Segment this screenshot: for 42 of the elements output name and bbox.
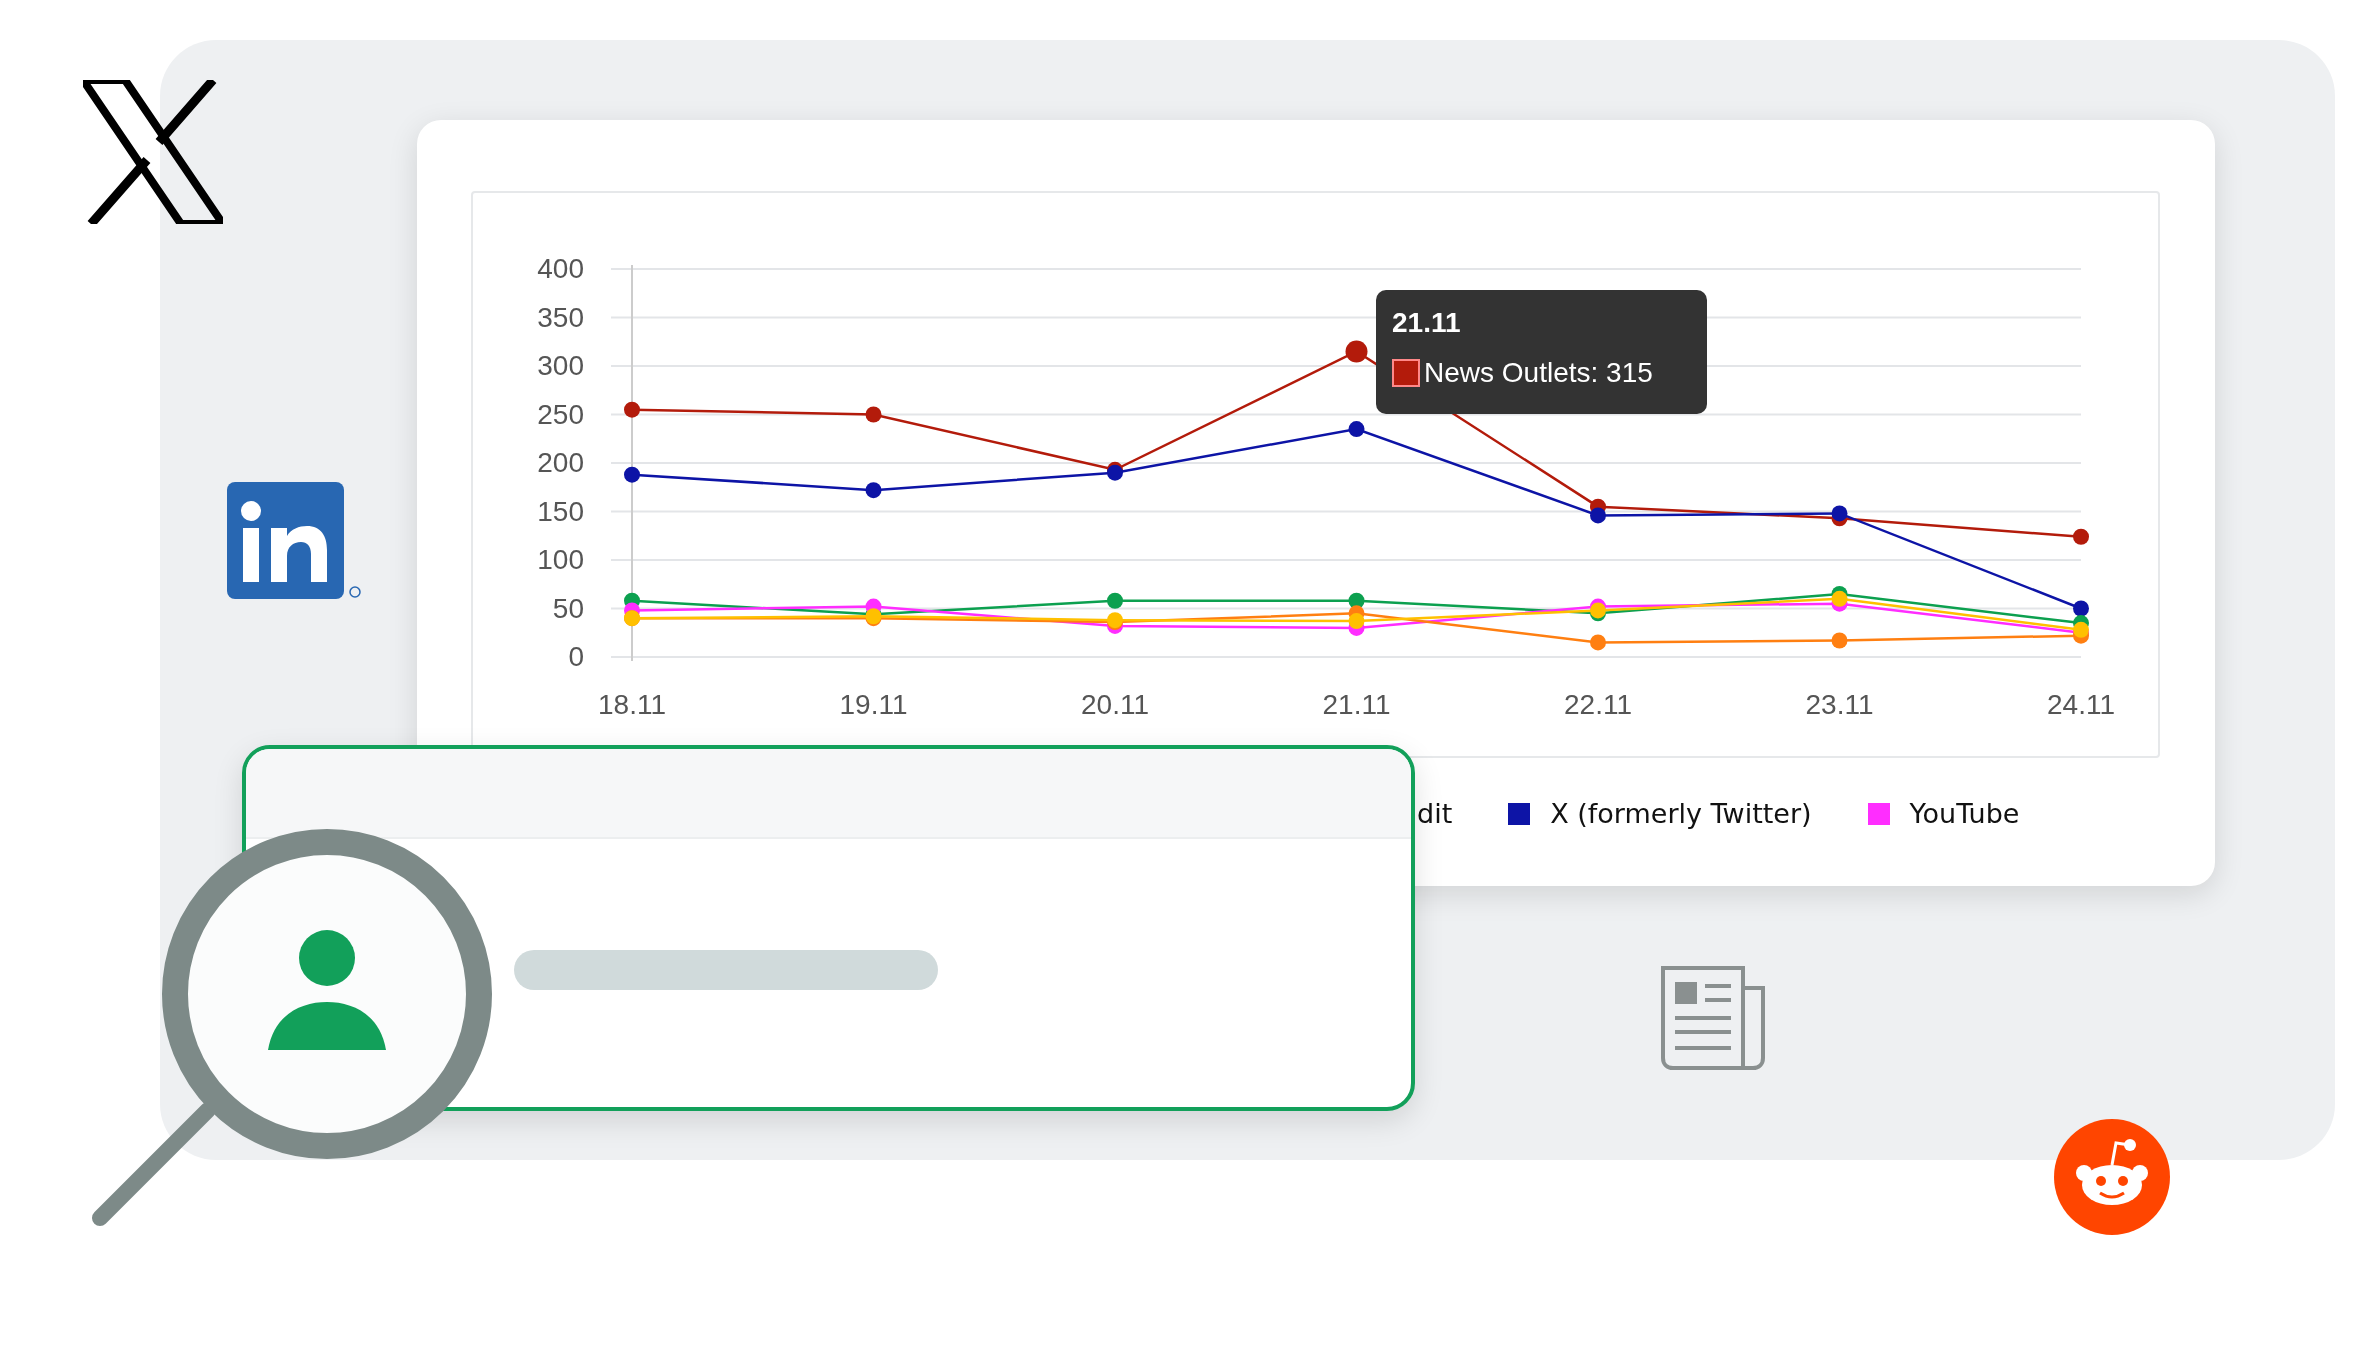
- linkedin-logo-icon: [227, 482, 361, 600]
- x-tick-label: 23.11: [1805, 689, 1874, 720]
- data-point: [1107, 592, 1123, 609]
- x-tick-label: 18.11: [598, 689, 666, 720]
- data-point: [1348, 592, 1365, 609]
- x-logo-icon: [83, 80, 223, 224]
- data-point: [1348, 613, 1365, 630]
- legend-label: X (formerly Twitter): [1550, 797, 1812, 831]
- x-tick-label: 19.11: [839, 689, 908, 720]
- data-point: [1590, 507, 1606, 524]
- data-point: [1348, 421, 1365, 438]
- y-tick-label: 100: [537, 544, 584, 575]
- data-point: [1831, 590, 1848, 607]
- data-point: [2073, 528, 2089, 545]
- x-tick-label: 24.11: [2047, 689, 2115, 720]
- y-tick-label: 0: [568, 641, 584, 672]
- tooltip-title: 21.11: [1392, 306, 1462, 340]
- x-tick-label: 21.11: [1322, 689, 1391, 720]
- legend-label: YouTube: [1909, 797, 2020, 831]
- data-point: [1590, 634, 1606, 651]
- y-tick-label: 250: [537, 398, 584, 430]
- y-tick-label: 200: [537, 447, 584, 478]
- reddit-logo-icon: [2054, 1119, 2170, 1235]
- newspaper-icon: [1659, 964, 1767, 1072]
- x-tick-label: 20.11: [1081, 689, 1149, 720]
- y-tick-label: 350: [537, 301, 584, 333]
- y-tick-label: 50: [552, 592, 584, 624]
- tooltip-label: News Outlets: 315: [1424, 356, 1653, 390]
- data-point: [1345, 340, 1368, 363]
- y-tick-label: 400: [537, 253, 584, 284]
- data-point: [1831, 505, 1848, 522]
- data-point: [2073, 600, 2089, 617]
- legend-label: dit: [1417, 797, 1453, 831]
- data-point: [865, 406, 882, 423]
- y-tick-label: 300: [537, 350, 584, 381]
- x-tick-label: 22.11: [1564, 689, 1632, 720]
- data-point: [2073, 621, 2089, 638]
- data-point: [1831, 632, 1848, 649]
- data-point: [624, 401, 640, 418]
- data-point: [624, 466, 640, 483]
- data-point: [865, 482, 882, 499]
- y-tick-label: 150: [537, 495, 584, 527]
